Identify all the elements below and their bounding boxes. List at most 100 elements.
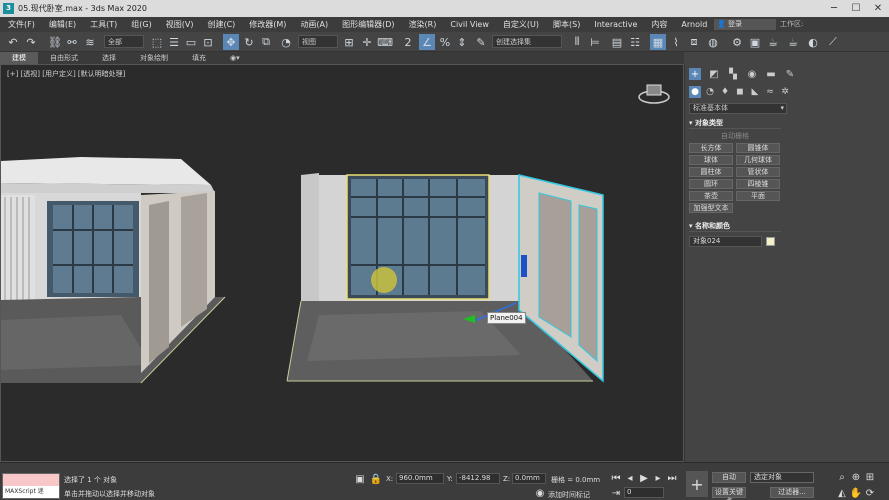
- percent-snap-icon[interactable]: %: [438, 34, 452, 50]
- perspective-viewport[interactable]: [+] [透视] [用户定义] [默认明暗处理] Plane004: [0, 64, 684, 462]
- ribbon-options-icon[interactable]: ◉▾: [218, 52, 252, 64]
- menu-rendering[interactable]: 渲染(R): [409, 19, 437, 30]
- layer-explorer-icon[interactable]: ☷: [628, 34, 642, 50]
- tab-object-paint[interactable]: 对象绘制: [128, 52, 180, 64]
- align-icon[interactable]: ⊨: [588, 34, 602, 50]
- geometry-icon[interactable]: ●: [689, 86, 701, 98]
- render-active-icon[interactable]: ☕: [786, 34, 800, 50]
- undo-icon[interactable]: ↶: [6, 34, 20, 50]
- name-color-header[interactable]: ▾ 名称和颜色: [689, 221, 781, 232]
- menu-civil-view[interactable]: Civil View: [450, 20, 489, 29]
- plane-button[interactable]: 平面: [736, 191, 780, 201]
- angle-snap-icon[interactable]: ∠: [419, 34, 435, 50]
- reference-coordinate-dropdown[interactable]: 视图: [298, 35, 338, 48]
- minimize-icon[interactable]: ─: [823, 0, 845, 17]
- open-a360-icon[interactable]: ⟋: [826, 34, 840, 50]
- menu-modifiers[interactable]: 修改器(M): [249, 19, 286, 30]
- utilities-tab-icon[interactable]: ✎: [784, 68, 796, 80]
- select-by-name-icon[interactable]: ☰: [167, 34, 181, 50]
- zoom-extents-icon[interactable]: ⊞: [864, 471, 876, 483]
- viewcube-icon[interactable]: [637, 81, 671, 105]
- edit-named-selection-icon[interactable]: ✎: [474, 34, 488, 50]
- selection-filter-dropdown[interactable]: 全部: [104, 35, 144, 48]
- arnold-icon[interactable]: ◐: [806, 34, 820, 50]
- maxscript-input[interactable]: MAXScript 迷: [3, 486, 59, 498]
- cone-button[interactable]: 圆锥体: [736, 143, 780, 153]
- create-tab-icon[interactable]: +: [689, 68, 701, 80]
- menu-create[interactable]: 创建(C): [207, 19, 235, 30]
- curve-editor-icon[interactable]: ⌇: [669, 34, 683, 50]
- previous-frame-icon[interactable]: ◂: [624, 472, 636, 484]
- cameras-icon[interactable]: ◼: [734, 86, 746, 98]
- set-key-button[interactable]: 设置关键点: [712, 487, 746, 500]
- workspace-label[interactable]: 工作区:: [780, 19, 803, 29]
- zoom-icon[interactable]: ⌕: [836, 471, 848, 483]
- schematic-view-icon[interactable]: ⧈: [687, 34, 701, 50]
- menu-customize[interactable]: 自定义(U): [503, 19, 539, 30]
- select-and-move-icon[interactable]: ✥: [223, 34, 239, 50]
- menu-arnold[interactable]: Arnold: [681, 20, 707, 29]
- goto-start-icon[interactable]: ⏮: [610, 472, 622, 484]
- viewport-label[interactable]: [+] [透视] [用户定义] [默认明暗处理]: [7, 69, 125, 79]
- rectangular-selection-icon[interactable]: ▭: [184, 34, 198, 50]
- current-frame-field[interactable]: 0: [624, 487, 664, 498]
- zoom-all-icon[interactable]: ⊕: [850, 471, 862, 483]
- field-of-view-icon[interactable]: ◭: [836, 487, 848, 499]
- motion-tab-icon[interactable]: ◉: [746, 68, 758, 80]
- tab-populate[interactable]: 填充: [180, 52, 218, 64]
- selected-object-dropdown[interactable]: 选定对象: [750, 472, 814, 483]
- maxscript-output[interactable]: [3, 474, 59, 486]
- menu-scripting[interactable]: 脚本(S): [553, 19, 580, 30]
- isolate-selection-icon[interactable]: ▣: [354, 473, 366, 485]
- shapes-icon[interactable]: ◔: [704, 86, 716, 98]
- object-color-swatch[interactable]: [766, 237, 775, 246]
- select-and-place-icon[interactable]: ◔: [278, 34, 294, 50]
- time-tag-icon[interactable]: ◉: [534, 487, 546, 499]
- close-icon[interactable]: ✕: [867, 0, 889, 17]
- menu-animation[interactable]: 动画(A): [300, 19, 328, 30]
- next-frame-icon[interactable]: ▸: [652, 472, 664, 484]
- torus-button[interactable]: 圆环: [689, 179, 733, 189]
- render-frame-icon[interactable]: ▣: [748, 34, 762, 50]
- menu-tools[interactable]: 工具(T): [90, 19, 117, 30]
- scene-explorer-icon[interactable]: ▤: [610, 34, 624, 50]
- key-mode-icon[interactable]: ⇥: [610, 487, 622, 499]
- orbit-icon[interactable]: ⟳: [864, 487, 876, 499]
- login-dropdown[interactable]: 👤 登录: [714, 19, 776, 30]
- hierarchy-tab-icon[interactable]: ▚: [727, 68, 739, 80]
- tube-button[interactable]: 管状体: [736, 167, 780, 177]
- select-object-icon[interactable]: ⬚: [150, 34, 164, 50]
- material-editor-icon[interactable]: ◍: [706, 34, 720, 50]
- object-name-field[interactable]: 对象024: [689, 236, 762, 247]
- render-setup-icon[interactable]: ⚙: [730, 34, 744, 50]
- render-icon[interactable]: ☕: [766, 34, 780, 50]
- menu-interactive[interactable]: Interactive: [594, 20, 637, 29]
- pivot-center-icon[interactable]: ⊞: [342, 34, 356, 50]
- menu-edit[interactable]: 编辑(E): [49, 19, 76, 30]
- menu-views[interactable]: 视图(V): [166, 19, 194, 30]
- geometry-category-dropdown[interactable]: 标准基本体: [689, 103, 787, 114]
- pan-view-icon[interactable]: ✋: [850, 487, 862, 499]
- textplus-button[interactable]: 加强型文本: [689, 203, 733, 213]
- menu-file[interactable]: 文件(F): [8, 19, 35, 30]
- set-key-plus-icon[interactable]: +: [686, 471, 708, 497]
- box-button[interactable]: 长方体: [689, 143, 733, 153]
- snaps-toggle-icon[interactable]: 2: [400, 34, 416, 50]
- link-icon[interactable]: ⛓: [48, 34, 62, 50]
- goto-end-icon[interactable]: ⏭: [666, 472, 678, 484]
- named-selection-dropdown[interactable]: 创建选择集: [492, 35, 562, 48]
- sphere-button[interactable]: 球体: [689, 155, 733, 165]
- key-filters-button[interactable]: 过滤器...: [770, 487, 814, 498]
- x-coordinate-field[interactable]: 960.0mm: [396, 473, 444, 484]
- systems-icon[interactable]: ✲: [779, 86, 791, 98]
- tab-selection[interactable]: 选择: [90, 52, 128, 64]
- select-manipulate-icon[interactable]: ✛: [360, 34, 374, 50]
- object-type-header[interactable]: ▾ 对象类型: [689, 118, 781, 129]
- unlink-icon[interactable]: ⚯: [65, 34, 79, 50]
- select-and-scale-icon[interactable]: ⧉: [259, 34, 273, 50]
- helpers-icon[interactable]: ◣: [749, 86, 761, 98]
- add-time-tag[interactable]: 添加时间标记: [548, 490, 590, 500]
- redo-icon[interactable]: ↷: [24, 34, 38, 50]
- geosphere-button[interactable]: 几何球体: [736, 155, 780, 165]
- auto-key-button[interactable]: 自动: [712, 472, 746, 483]
